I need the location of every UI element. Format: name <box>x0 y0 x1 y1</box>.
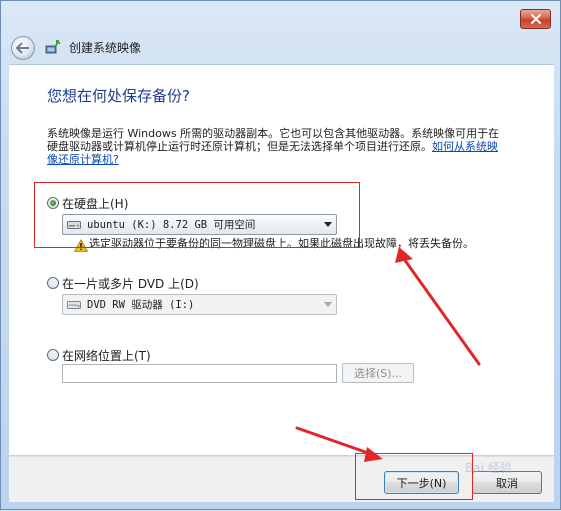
dvd-select[interactable]: DVD RW 驱动器 (I:) <box>62 294 337 315</box>
back-button[interactable] <box>11 36 35 60</box>
dvd-select-value: DVD RW 驱动器 (I:) <box>87 299 195 311</box>
dvd-radio[interactable] <box>47 277 59 289</box>
backup-wizard-icon <box>45 40 61 54</box>
browse-button[interactable]: 选择(S)... <box>342 363 414 383</box>
back-arrow-icon <box>16 42 29 54</box>
page-heading: 您想在何处保存备份? <box>47 87 190 105</box>
dvd-drive-icon <box>67 300 81 309</box>
wizard-header: 创建系统映像 <box>9 34 549 60</box>
page-description: 系统映像是运行 Windows 所需的驱动器副本。它也可以包含其他驱动器。系统映… <box>47 127 507 166</box>
next-highlight-box <box>355 453 473 500</box>
window-frame: 创建系统映像 您想在何处保存备份? 系统映像是运行 Windows 所需的驱动器… <box>0 0 561 510</box>
wizard-content: 您想在何处保存备份? 系统映像是运行 Windows 所需的驱动器副本。它也可以… <box>9 64 554 455</box>
chevron-down-icon <box>324 302 332 307</box>
window-title: 创建系统映像 <box>69 41 142 55</box>
network-location-input[interactable] <box>62 364 337 383</box>
network-label[interactable]: 在网络位置上(T) <box>62 347 151 364</box>
hard-disk-highlight-box <box>34 182 360 248</box>
close-button[interactable] <box>520 9 551 29</box>
dvd-label[interactable]: 在一片或多片 DVD 上(D) <box>62 275 199 292</box>
network-radio[interactable] <box>47 349 59 361</box>
close-x-icon <box>530 14 541 24</box>
